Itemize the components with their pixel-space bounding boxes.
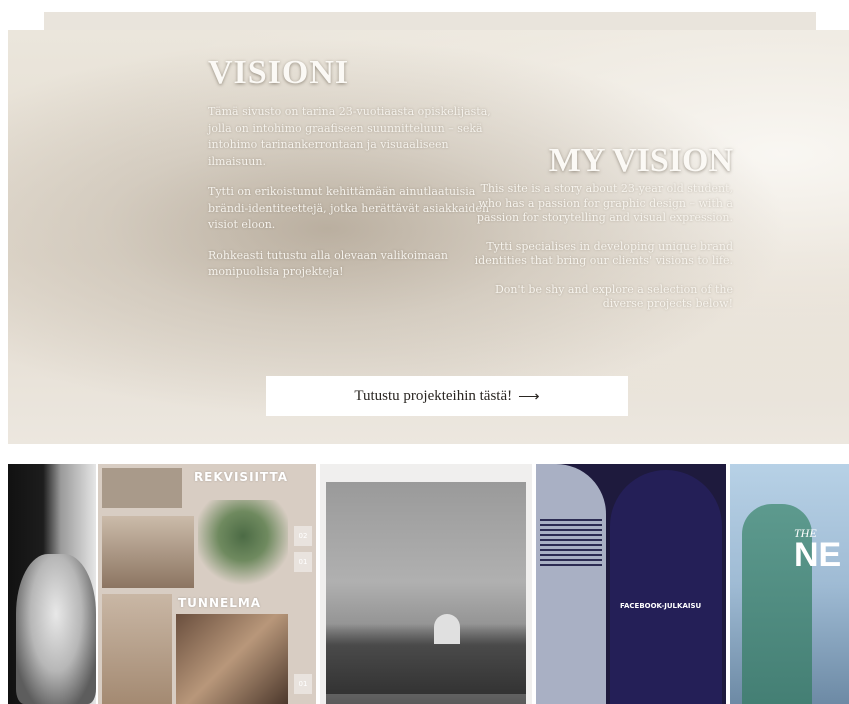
portrait-image [16,554,96,704]
moodboard-photo [198,500,288,590]
vision-en-paragraph: Don't be shy and explore a selection of … [494,282,733,311]
project-thumbnail-moodboard[interactable]: REKVISIITTA 02 01 TUNNELMA 01 [98,464,316,704]
vision-fi-block: VISIONI Tämä sivusto on tarina 23-vuotia… [208,54,498,295]
vision-en-paragraph: Tytti specialises in developing unique b… [474,239,733,268]
project-thumbnail-portrait[interactable] [8,464,96,704]
moodboard-photo [102,468,182,508]
hero-section: VISIONI Tämä sivusto on tarina 23-vuotia… [8,30,849,444]
moodboard-photo [102,594,172,704]
layout-text-lines [540,519,602,569]
page-number: 01 [294,552,312,572]
moodboard-label-top: REKVISIITTA [193,470,288,484]
arrow-right-icon: ⟶ [518,388,540,405]
vision-fi-paragraph: Tytti on erikoistunut kehittämään ainutl… [208,185,490,231]
top-strip [44,12,816,32]
project-thumbnail-facebook[interactable]: FACEBOOK-JULKAISU [536,464,726,704]
vision-fi-paragraph: Rohkeasti tutustu alla olevaan valikoima… [208,248,448,279]
vision-fi-title: VISIONI [208,54,350,91]
explore-projects-label: Tutustu projekteihin tästä! [354,387,513,404]
helsinki-photo [326,482,526,704]
layout-panel [536,464,606,704]
project-thumbnail-new-york[interactable]: THE NE [730,464,849,704]
project-thumbnail-helsinki[interactable] [320,464,532,704]
page-number: 01 [294,674,312,694]
cathedral-dome [434,614,460,644]
vision-en-paragraph: This site is a story about 23-year old s… [476,182,733,224]
moodboard-label-bottom: TUNNELMA [178,596,262,610]
city-skyline [326,624,526,694]
explore-projects-button[interactable]: Tutustu projekteihin tästä! ⟶ [266,376,628,416]
facebook-post-label: FACEBOOK-JULKAISU [620,602,702,610]
vision-fi-paragraph: Tämä sivusto on tarina 23-vuotiaasta opi… [208,105,491,168]
page-number: 02 [294,526,312,546]
moodboard-photo [102,516,194,588]
layout-arch [610,470,722,704]
moodboard-photo [176,614,288,704]
vision-en-block: MY VISION This site is a story about 23-… [463,142,733,326]
vision-en-title: MY VISION [548,142,733,179]
magazine-title-label: NE [794,536,842,574]
